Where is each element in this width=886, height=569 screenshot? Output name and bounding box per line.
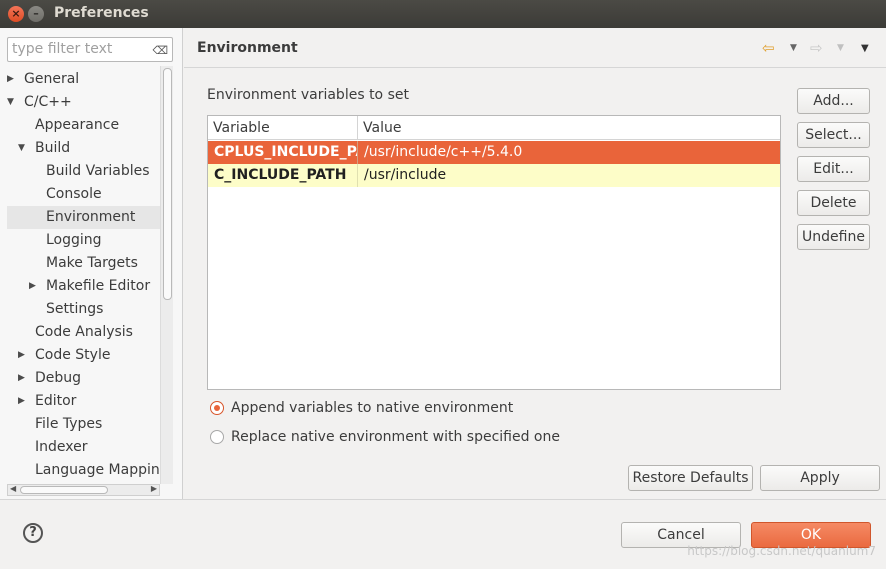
column-header-value[interactable]: Value xyxy=(358,116,780,140)
append-radio-label: Append variables to native environment xyxy=(231,400,514,416)
append-radio[interactable] xyxy=(210,401,224,415)
tree-item-label: Editor xyxy=(35,393,77,409)
edit-button[interactable]: Edit... xyxy=(797,156,870,182)
scrollbar-thumb[interactable] xyxy=(20,486,108,494)
tree-item-label: C/C++ xyxy=(24,94,72,110)
tree-item-label: Makefile Editor xyxy=(46,278,151,294)
tree-item-label: Build xyxy=(35,140,71,156)
tree-item[interactable]: ▼ C/C++ xyxy=(7,91,160,114)
tree-item[interactable]: Logging xyxy=(7,229,160,252)
tree-item[interactable]: Appearance xyxy=(7,114,160,137)
value-cell: /usr/include/c++/5.4.0 xyxy=(364,144,523,160)
chevron-right-icon[interactable]: ▶ xyxy=(29,275,36,298)
window-title: Preferences xyxy=(54,5,149,21)
tree-item-label: File Types xyxy=(35,416,103,432)
environment-page: Environment ⇦ ▼ ⇨ ▼ ▼ Environment variab… xyxy=(184,28,886,499)
minimize-window-button[interactable]: – xyxy=(28,6,44,22)
watermark: https://blog.csdn.net/quanlum7 xyxy=(687,544,876,558)
tree-item[interactable]: Settings xyxy=(7,298,160,321)
tree-item-label: Settings xyxy=(46,301,104,317)
forward-history-chevron-down-icon[interactable]: ▼ xyxy=(837,43,844,53)
select-button[interactable]: Select... xyxy=(797,122,870,148)
tree-vertical-scrollbar[interactable] xyxy=(160,66,173,484)
tree-item-label: Debug xyxy=(35,370,82,386)
preference-tree-panel: type filter text ⌫ ▶ General ▼ C/C++ Appeara… xyxy=(0,28,183,499)
column-header-variable[interactable]: Variable xyxy=(208,116,358,140)
add-button[interactable]: Add... xyxy=(797,88,870,114)
restore-defaults-button[interactable]: Restore Defaults xyxy=(628,465,753,491)
tree-item[interactable]: Build Variables xyxy=(7,160,160,183)
view-menu-icon[interactable]: ▼ xyxy=(861,43,869,54)
page-title: Environment xyxy=(197,40,298,56)
tree-item[interactable]: Console xyxy=(7,183,160,206)
tree-item[interactable]: Make Targets xyxy=(7,252,160,275)
undefine-button[interactable]: Undefine xyxy=(797,224,870,250)
tree-item-label: Language Mappings xyxy=(35,462,160,478)
apply-button[interactable]: Apply xyxy=(760,465,880,491)
dialog-footer: ? Cancel OK https://blog.csdn.net/quanlu… xyxy=(0,499,886,569)
clear-filter-icon[interactable]: ⌫ xyxy=(152,42,168,60)
tree-horizontal-scrollbar[interactable]: ◀ ▶ xyxy=(7,484,160,496)
replace-radio-label: Replace native environment with specifie… xyxy=(231,429,560,445)
tree-item[interactable]: ▶ Debug xyxy=(7,367,160,390)
tree-item-label: Environment xyxy=(46,209,136,225)
tree-item-label: Code Analysis xyxy=(35,324,133,340)
tree-item[interactable]: ▶ Editor xyxy=(7,390,160,413)
tree-item-label: Logging xyxy=(46,232,102,248)
scroll-right-icon[interactable]: ▶ xyxy=(151,484,157,493)
arrow-right-icon[interactable]: ⇨ xyxy=(810,40,823,56)
scrollbar-thumb[interactable] xyxy=(163,68,172,300)
delete-button[interactable]: Delete xyxy=(797,190,870,216)
tree-item[interactable]: ▶ Code Style xyxy=(7,344,160,367)
tree-item[interactable]: ▶ Makefile Editor xyxy=(7,275,160,298)
tree-item-label: Make Targets xyxy=(46,255,138,271)
tree-item[interactable]: Code Analysis xyxy=(7,321,160,344)
chevron-right-icon[interactable]: ▶ xyxy=(18,344,25,367)
filter-input[interactable]: type filter text ⌫ xyxy=(7,37,173,62)
tree-item[interactable]: Environment xyxy=(7,206,160,229)
filter-placeholder: type filter text xyxy=(12,41,113,57)
tree-item[interactable]: Indexer xyxy=(7,436,160,459)
preference-tree: ▶ General ▼ C/C++ Appearance ▼ Build Build Vari… xyxy=(0,68,160,486)
section-label: Environment variables to set xyxy=(207,87,409,103)
replace-radio[interactable] xyxy=(210,430,224,444)
tree-item-label: Appearance xyxy=(35,117,120,133)
scroll-left-icon[interactable]: ◀ xyxy=(10,484,16,493)
tree-item[interactable]: ▶ General xyxy=(7,68,160,91)
chevron-right-icon[interactable]: ▶ xyxy=(7,68,14,91)
tree-item[interactable]: Language Mappings xyxy=(7,459,160,482)
value-cell: /usr/include xyxy=(364,167,447,183)
chevron-right-icon[interactable]: ▶ xyxy=(18,367,25,390)
variable-cell: C_INCLUDE_PATH xyxy=(208,164,358,187)
environment-variables-table[interactable]: Variable Value CPLUS_INCLUDE_PATH /usr/i… xyxy=(207,115,781,390)
chevron-right-icon[interactable]: ▶ xyxy=(18,390,25,413)
title-bar: × – Preferences xyxy=(0,0,886,28)
variable-cell: CPLUS_INCLUDE_PATH xyxy=(208,141,358,164)
tree-item-label: Code Style xyxy=(35,347,111,363)
table-row[interactable]: C_INCLUDE_PATH /usr/include xyxy=(208,164,780,187)
page-header: Environment ⇦ ▼ ⇨ ▼ ▼ xyxy=(184,28,886,68)
tree-item-label: General xyxy=(24,71,80,87)
table-row[interactable]: CPLUS_INCLUDE_PATH /usr/include/c++/5.4.… xyxy=(208,141,780,164)
tree-item-label: Console xyxy=(46,186,102,202)
tree-item[interactable]: ▼ Build xyxy=(7,137,160,160)
tree-item[interactable]: File Types xyxy=(7,413,160,436)
chevron-down-icon[interactable]: ▼ xyxy=(18,137,25,160)
tree-item-label: Indexer xyxy=(35,439,88,455)
tree-item-label: Build Variables xyxy=(46,163,150,179)
close-window-button[interactable]: × xyxy=(8,6,24,22)
arrow-left-icon[interactable]: ⇦ xyxy=(762,40,775,56)
table-header: Variable Value xyxy=(208,116,780,140)
help-icon[interactable]: ? xyxy=(23,523,43,543)
back-history-chevron-down-icon[interactable]: ▼ xyxy=(790,43,797,53)
chevron-down-icon[interactable]: ▼ xyxy=(7,91,14,114)
